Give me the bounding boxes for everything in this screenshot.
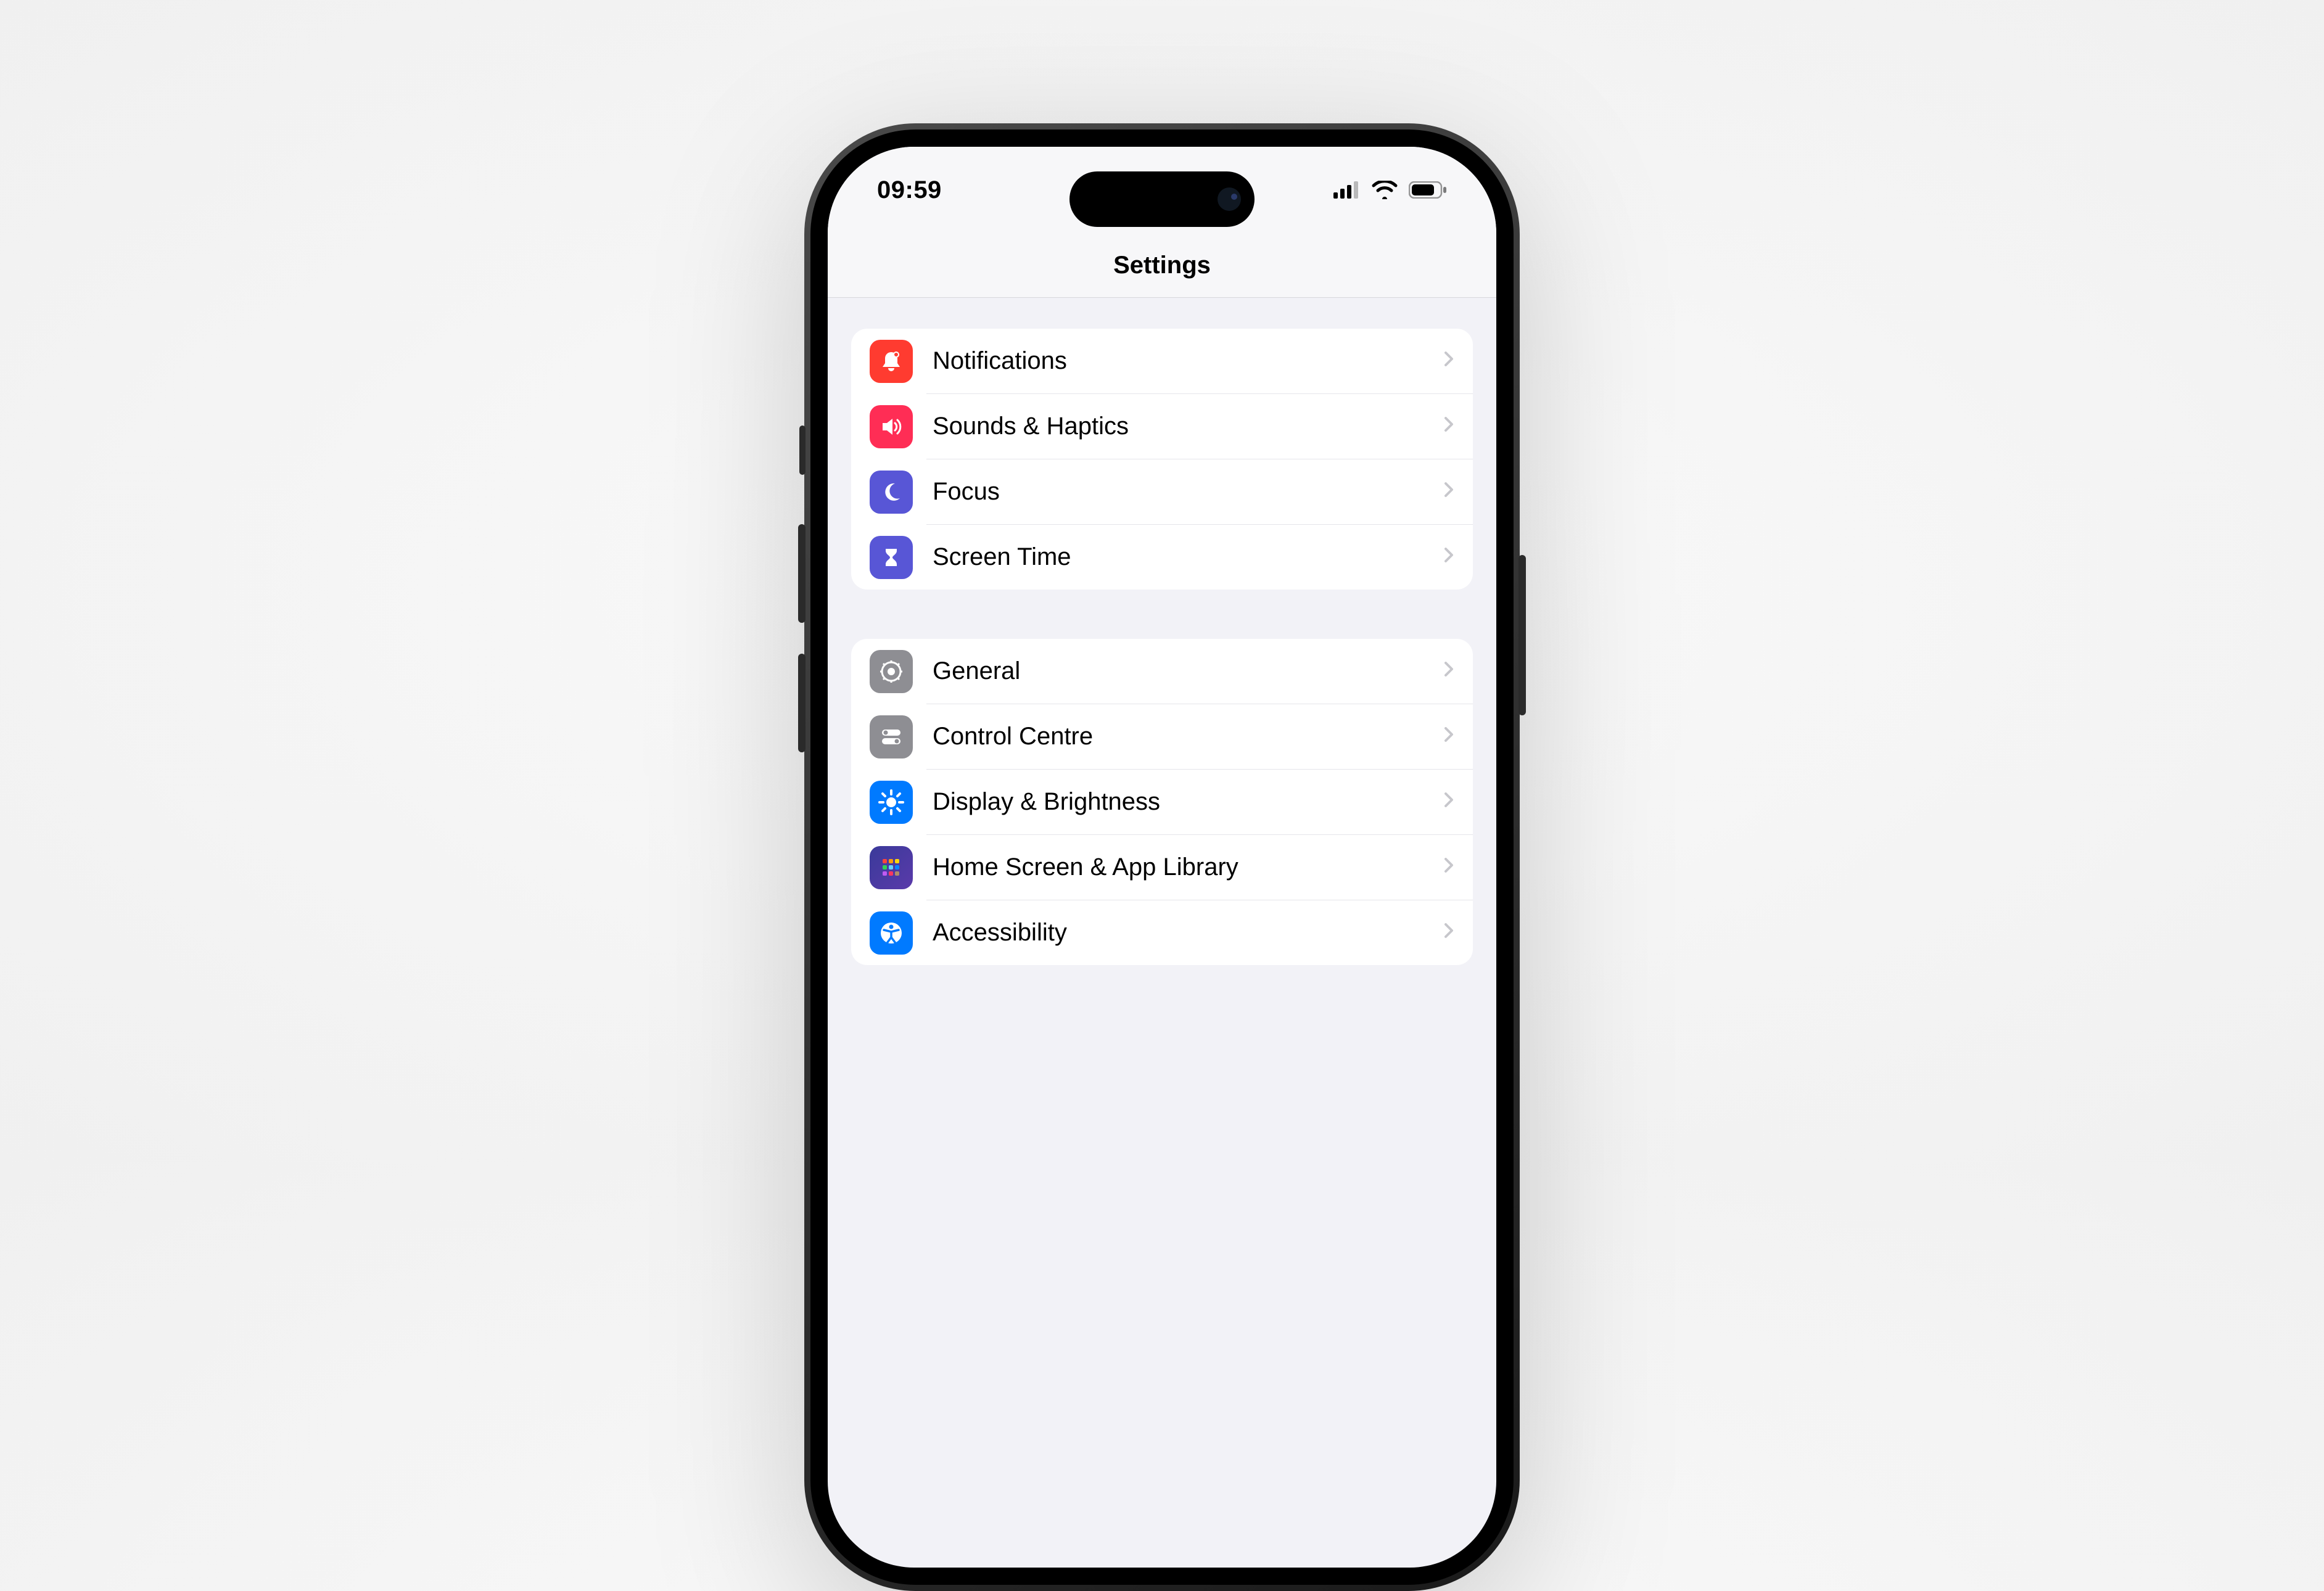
settings-row-label: Sounds & Haptics [933,413,1444,440]
chevron-right-icon [1444,858,1454,877]
chevron-right-icon [1444,727,1454,746]
nav-header: Settings [828,233,1496,298]
gear-icon [870,650,913,693]
settings-row-sounds-haptics[interactable]: Sounds & Haptics [851,394,1473,459]
mute-switch [799,426,806,475]
volume-up-button [798,524,806,623]
accessibility-icon [870,911,913,955]
front-camera [1218,187,1241,211]
settings-row-label: General [933,657,1444,685]
bell-icon [870,340,913,383]
settings-row-label: Screen Time [933,543,1444,571]
settings-group: Notifications Sounds & Haptics Focus Screen… [851,329,1473,590]
settings-row-label: Accessibility [933,919,1444,947]
dynamic-island [1069,171,1255,227]
wifi-icon [1372,181,1398,199]
chevron-right-icon [1444,923,1454,942]
settings-row-label: Display & Brightness [933,788,1444,816]
cellular-icon [1333,181,1361,199]
chevron-right-icon [1444,417,1454,436]
settings-row-notifications[interactable]: Notifications [851,329,1473,393]
settings-content[interactable]: Notifications Sounds & Haptics Focus Screen… [828,298,1496,1568]
settings-group: General Control Centre Display & Brightnes… [851,639,1473,965]
chevron-right-icon [1444,548,1454,567]
settings-row-label: Focus [933,478,1444,506]
speaker-icon [870,405,913,448]
chevron-right-icon [1444,662,1454,681]
volume-down-button [798,654,806,752]
settings-row-label: Control Centre [933,723,1444,750]
grid-icon [870,846,913,889]
sun-icon [870,781,913,824]
screen: 09:59 [828,147,1496,1568]
settings-row-focus[interactable]: Focus [851,459,1473,524]
settings-row-screen-time[interactable]: Screen Time [851,525,1473,590]
power-button [1518,555,1526,715]
settings-row-display-brightness[interactable]: Display & Brightness [851,770,1473,834]
chevron-right-icon [1444,482,1454,501]
page-title: Settings [1113,252,1211,279]
hourglass-icon [870,536,913,579]
status-time: 09:59 [877,176,942,204]
settings-row-home-screen[interactable]: Home Screen & App Library [851,835,1473,900]
settings-row-label: Notifications [933,347,1444,375]
settings-row-general[interactable]: General [851,639,1473,704]
settings-row-control-centre[interactable]: Control Centre [851,704,1473,769]
phone-mockup: 09:59 [804,123,1520,1591]
chevron-right-icon [1444,792,1454,812]
settings-row-label: Home Screen & App Library [933,853,1444,881]
battery-icon [1409,181,1447,199]
toggles-icon [870,715,913,758]
chevron-right-icon [1444,352,1454,371]
moon-icon [870,471,913,514]
settings-row-accessibility[interactable]: Accessibility [851,900,1473,965]
